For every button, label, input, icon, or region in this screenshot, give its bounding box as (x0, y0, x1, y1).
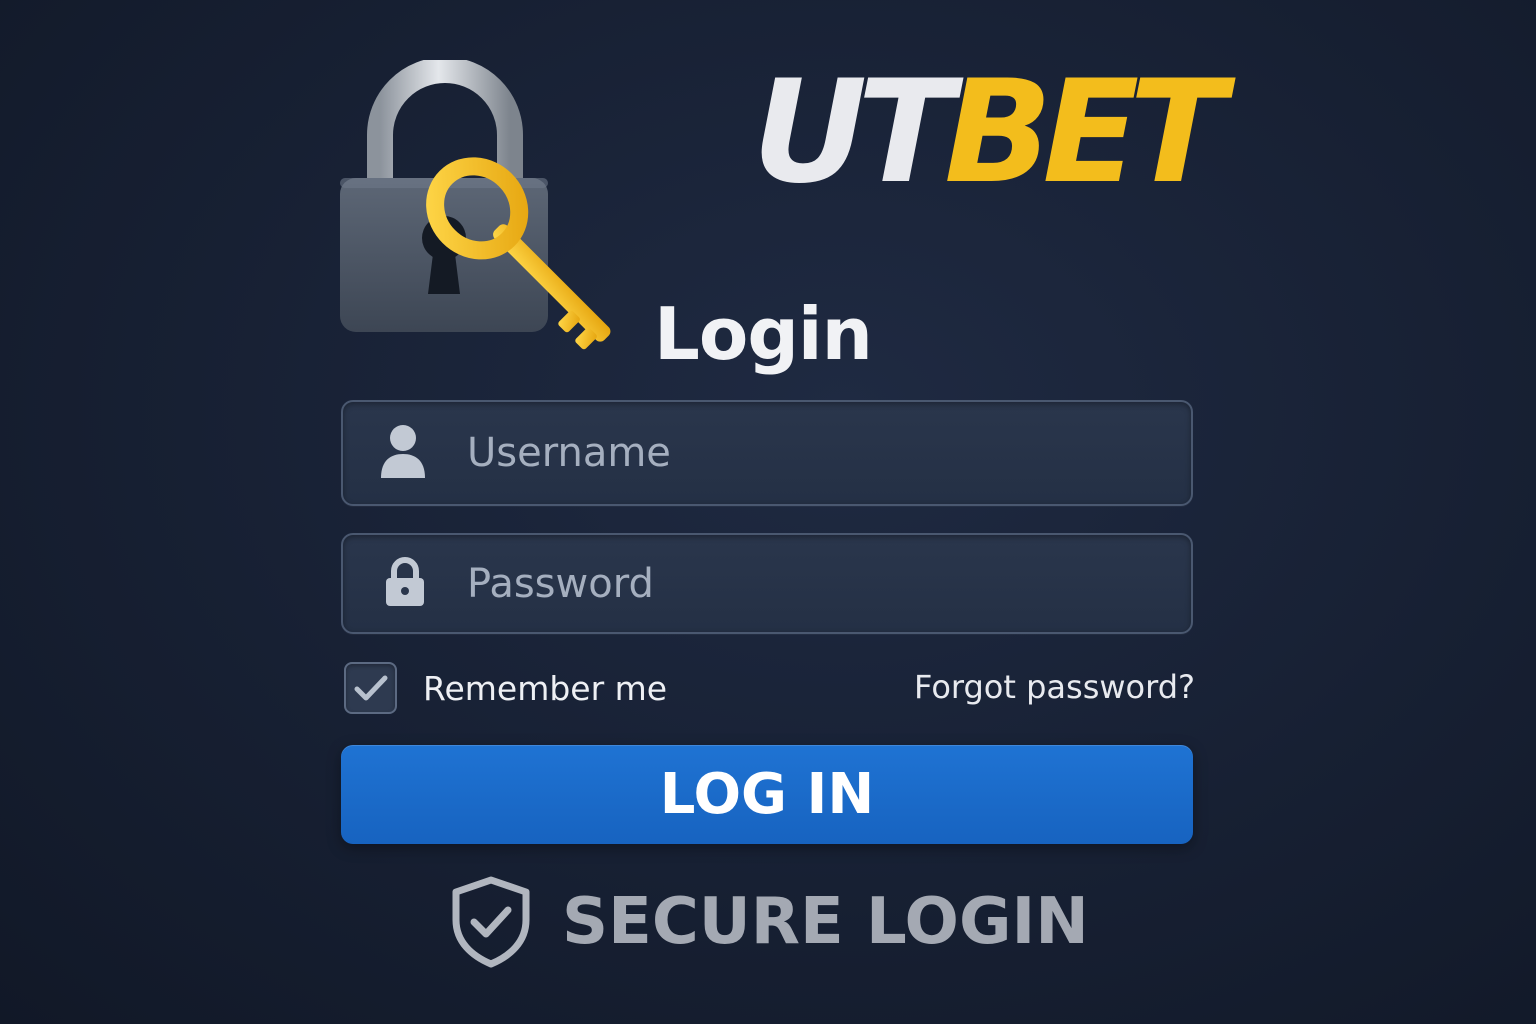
brand-logo: UTBET (752, 62, 1226, 204)
shield-check-icon (452, 876, 530, 968)
username-input[interactable] (467, 402, 1171, 504)
brand-logo-part-ut: UT (752, 50, 954, 215)
secure-login-badge: SECURE LOGIN (450, 876, 1089, 968)
login-button[interactable]: LOG IN (341, 745, 1193, 844)
secure-login-label: SECURE LOGIN (562, 885, 1089, 959)
remember-me-label: Remember me (423, 668, 668, 708)
forgot-password-link[interactable]: Forgot password? (914, 668, 1195, 706)
padlock-with-key-icon (340, 57, 611, 350)
remember-me-row[interactable]: Remember me (344, 662, 667, 714)
padlock-key-illustration (330, 57, 680, 370)
password-input[interactable] (467, 535, 1171, 632)
password-field[interactable] (341, 533, 1193, 634)
remember-me-checkbox[interactable] (344, 662, 397, 714)
lock-icon (385, 556, 425, 611)
user-icon (379, 424, 427, 482)
checkmark-icon (354, 675, 387, 701)
username-field[interactable] (341, 400, 1193, 506)
brand-logo-part-bet: BET (944, 50, 1226, 215)
login-title: Login (654, 292, 873, 376)
